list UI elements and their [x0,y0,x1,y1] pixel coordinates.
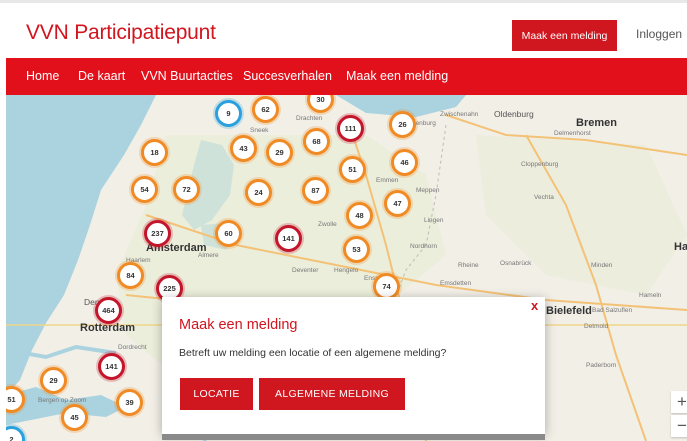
map-cluster-marker[interactable]: 43 [230,135,257,162]
map-city-label: Osnabrück [500,260,532,267]
site-brand[interactable]: VVN Participatiepunt [26,21,216,45]
map-city-label: Hengelo [334,267,359,274]
map-city-label: Meppen [416,187,440,194]
map-city-label: Emsdetten [440,280,472,287]
map-cluster-marker[interactable]: 29 [40,367,67,394]
map-cluster-marker[interactable]: 87 [302,177,329,204]
zoom-in-button[interactable]: + [671,391,687,413]
map-city-label: Paderborn [586,362,617,369]
map-cluster-marker[interactable]: 54 [131,176,158,203]
map-city-label: Ha [674,241,687,253]
map-cluster-marker[interactable]: 39 [116,389,143,416]
map-city-label: Bremen [576,117,617,129]
map-cluster-marker[interactable]: 68 [303,128,330,155]
modal-title: Maak een melding [179,317,298,333]
nav-item-de-kaart[interactable]: De kaart [78,69,125,83]
map-cluster-marker[interactable]: 237 [144,220,171,247]
nav-item-maak-een-melding[interactable]: Maak een melding [346,69,448,83]
map-cluster-marker[interactable]: 74 [373,273,400,300]
map-cluster-marker[interactable]: 24 [245,179,272,206]
modal-question: Betreft uw melding een locatie of een al… [179,347,447,359]
nav-item-succesverhalen[interactable]: Succesverhalen [243,69,332,83]
map-cluster-marker[interactable]: 53 [343,236,370,263]
map-cluster-marker[interactable]: 29 [266,139,293,166]
map-city-label: Detmold [584,323,609,330]
login-link[interactable]: Inloggen [636,27,682,41]
map-cluster-marker[interactable]: 48 [346,202,373,229]
map-city-label: Sneek [250,127,269,134]
general-report-button[interactable]: ALGEMENE MELDING [259,378,405,410]
map-cluster-marker[interactable]: 47 [384,190,411,217]
map-city-label: Bielefeld [546,305,592,317]
map-cluster-marker[interactable]: 62 [252,96,279,123]
map-city-label: Nordhorn [410,243,438,250]
nav-item-home[interactable]: Home [26,69,59,83]
main-nav: Home De kaart VVN Buurtacties Succesverh… [6,58,687,95]
map-cluster-marker[interactable]: 111 [337,115,364,142]
map-city-label: Vechta [534,194,554,201]
location-button[interactable]: LOCATIE [180,378,253,410]
map-cluster-marker[interactable]: 60 [215,220,242,247]
map-city-label: Almere [198,252,219,259]
zoom-out-button[interactable]: − [671,415,687,437]
map-city-label: Cloppenburg [521,161,559,168]
map-cluster-marker[interactable]: 26 [389,111,416,138]
map-city-label: Bad Salzuflen [592,307,633,314]
report-button[interactable]: Maak een melding [512,20,617,51]
map-city-label: Drachten [296,115,323,122]
map-city-label: Lingen [424,217,444,224]
modal-scrollbar[interactable] [162,434,545,440]
map-cluster-marker[interactable]: 46 [391,149,418,176]
map-cluster-marker[interactable]: 141 [275,225,302,252]
map-city-label: Zwolle [318,221,337,228]
map-city-label: Hameln [639,292,662,299]
report-modal: x Maak een melding Betreft uw melding ee… [162,297,545,440]
map-cluster-marker[interactable]: 141 [98,353,125,380]
map-cluster-marker[interactable]: 9 [215,100,242,127]
map-cluster-marker[interactable]: 84 [117,262,144,289]
close-icon[interactable]: x [531,298,538,313]
map-city-label: Delmenhorst [554,130,591,137]
map-city-label: Minden [591,262,613,269]
map-cluster-marker[interactable]: 72 [173,176,200,203]
map-cluster-marker[interactable]: 51 [339,156,366,183]
map-city-label: Oldenburg [494,109,534,119]
map-cluster-marker[interactable]: 18 [141,139,168,166]
map-cluster-marker[interactable]: 464 [95,297,122,324]
map-city-label: Deventer [292,267,319,274]
map-city-label: Bergen op Zoom [38,397,87,404]
nav-item-buurtacties[interactable]: VVN Buurtacties [141,69,233,83]
map-city-label: Dordrecht [118,344,147,351]
map-city-label: Zwischenahn [440,111,479,118]
map-city-label: Emmen [376,177,399,184]
site-header: VVN Participatiepunt Maak een melding In… [0,0,687,58]
map-cluster-marker[interactable]: 45 [61,404,88,431]
map-city-label: Rheine [458,262,479,269]
